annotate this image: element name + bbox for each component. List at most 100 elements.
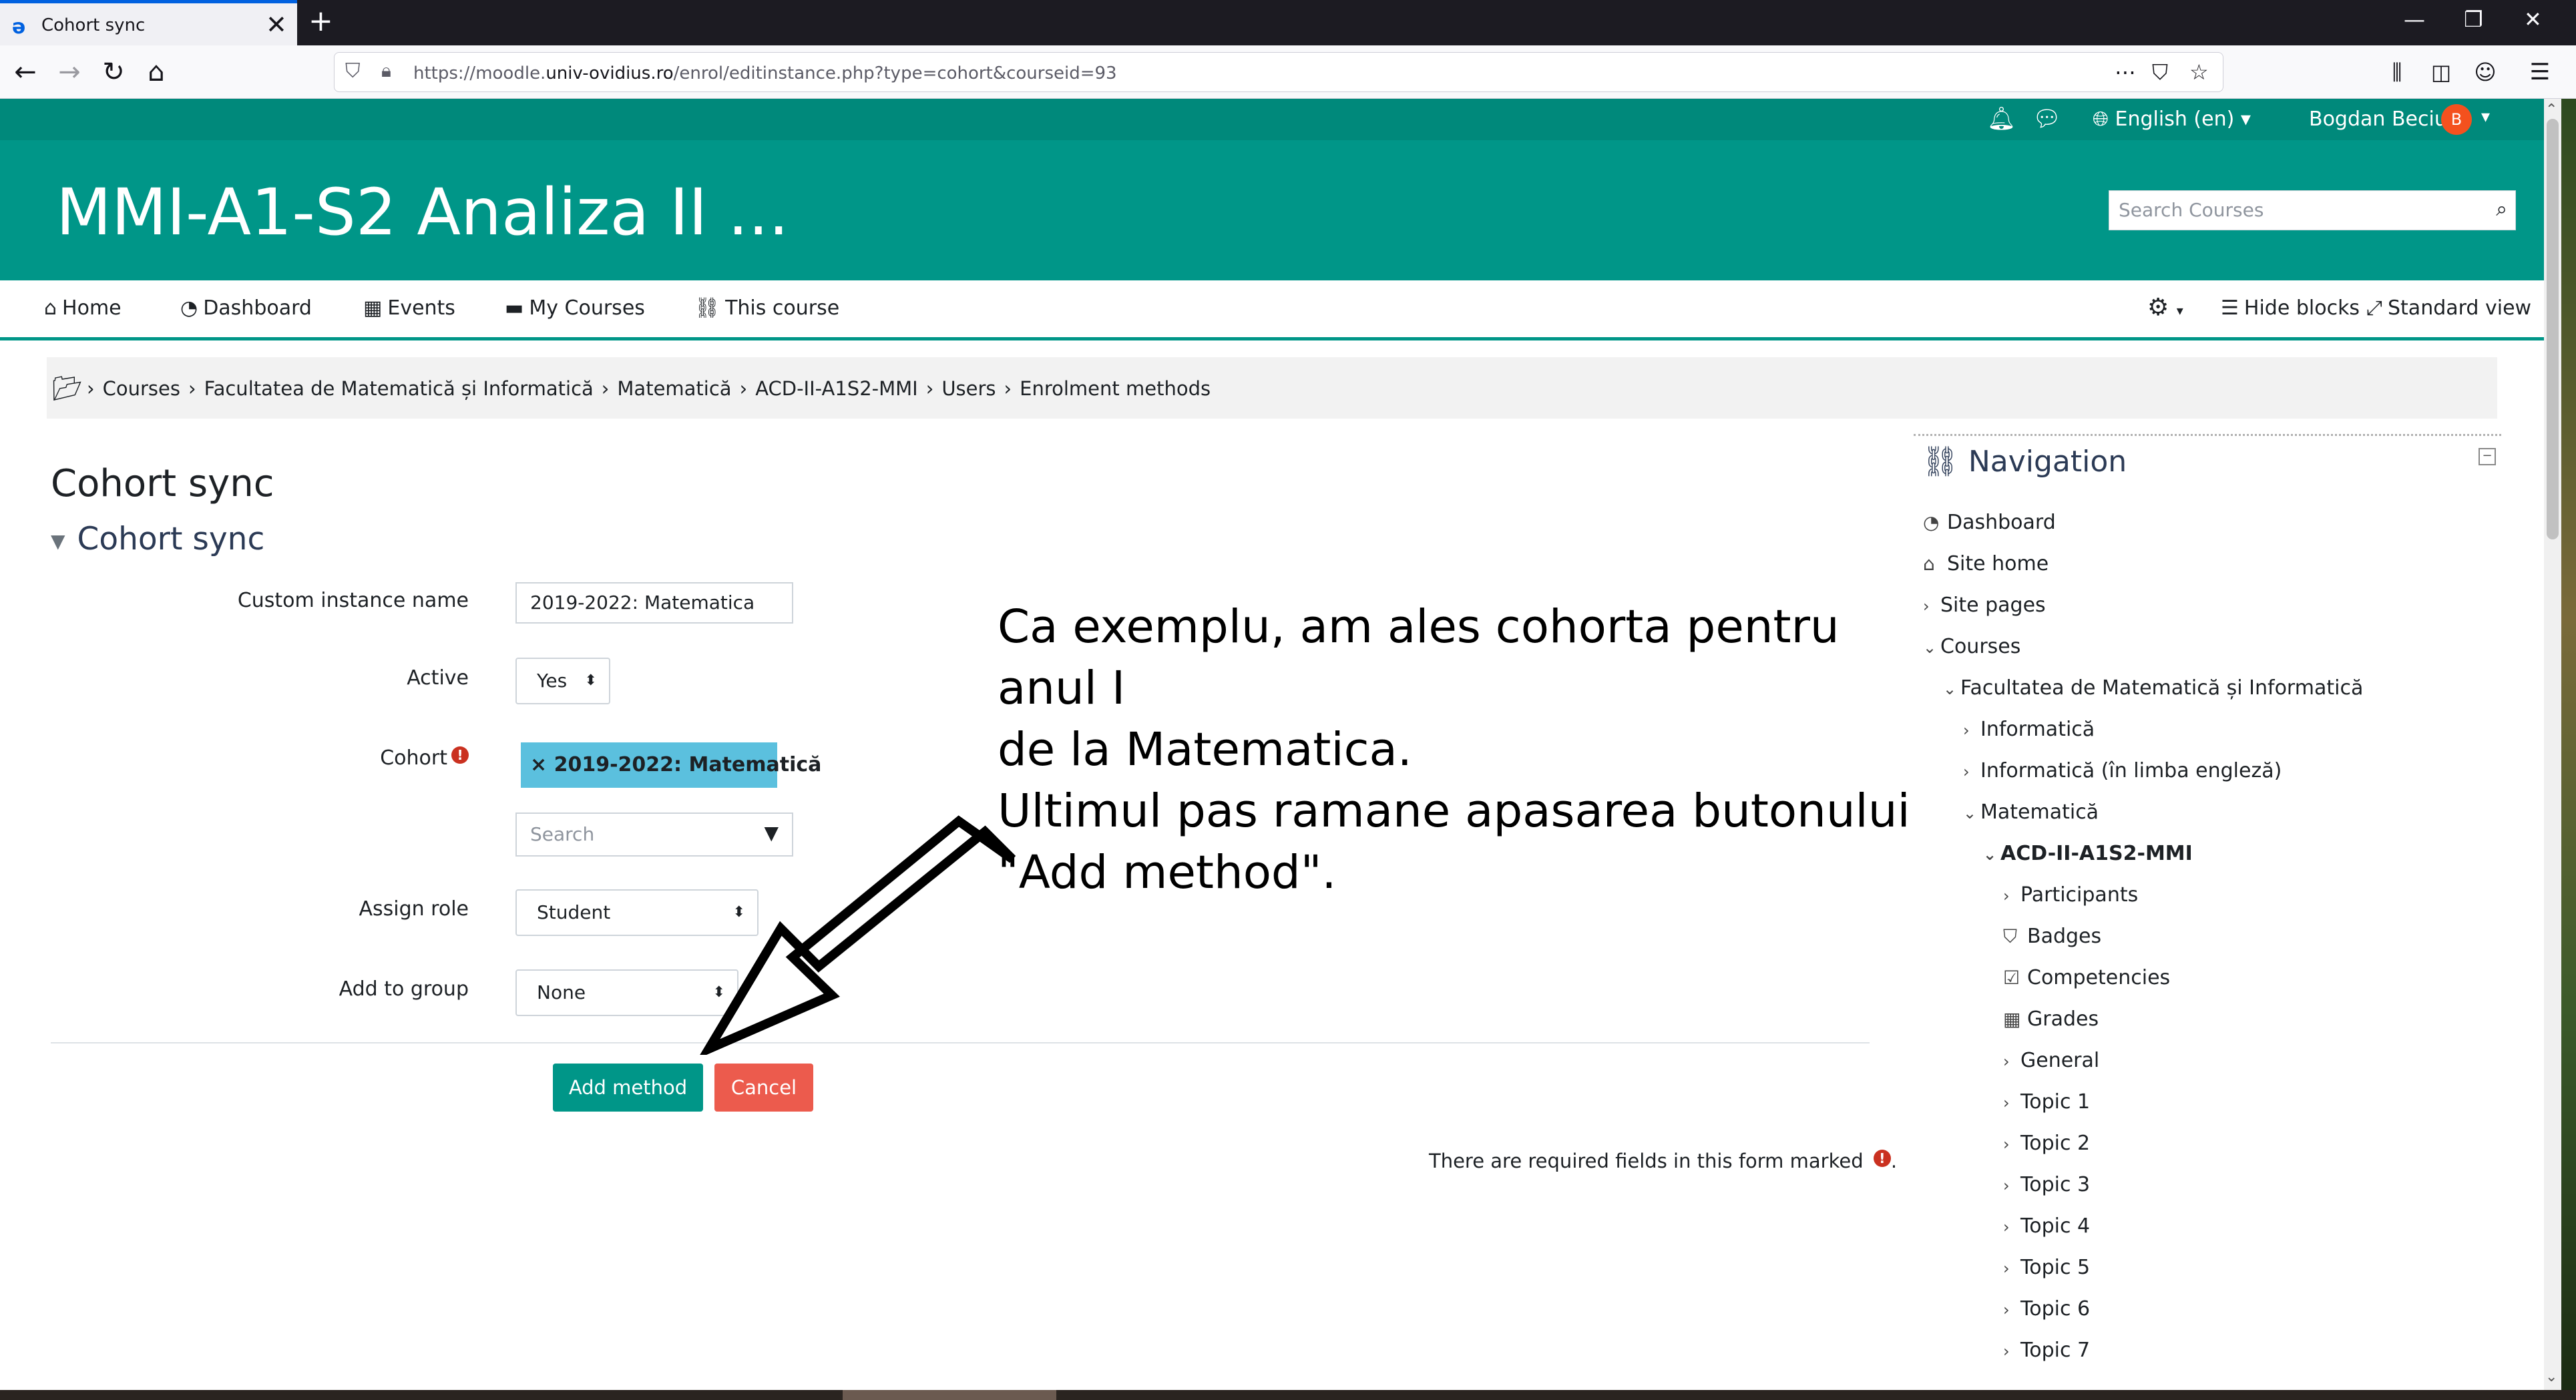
- section-heading[interactable]: ▼ Cohort sync: [51, 521, 264, 557]
- annotation-arrow-icon: [700, 815, 1016, 1055]
- avatar[interactable]: B: [2441, 104, 2472, 135]
- nav-item-course[interactable]: ⌄ ACD-II-A1S2-MMI: [1983, 842, 2193, 865]
- checkbox-icon: ☑: [2003, 967, 2020, 989]
- nav-events[interactable]: ▦ Events: [363, 296, 455, 320]
- required-fields-note: There are required fields in this form m…: [1429, 1150, 1898, 1172]
- language-menu[interactable]: 🌐︎ English (en) ▾: [2093, 107, 2251, 131]
- nav-item-participants[interactable]: › Participants: [2003, 883, 2138, 907]
- shield-icon[interactable]: ⛉: [345, 59, 361, 83]
- chevron-right-icon: ›: [2003, 1052, 2010, 1071]
- nav-item-competencies[interactable]: ☑ Competencies: [2003, 966, 2170, 989]
- nav-item-topic[interactable]: › Topic 6: [2003, 1297, 2090, 1321]
- chevron-right-icon: ›: [2003, 1135, 2010, 1154]
- nav-item-topic[interactable]: › Topic 5: [2003, 1256, 2090, 1279]
- nav-dashboard[interactable]: ◔ Dashboard: [180, 296, 312, 320]
- scrollbar-thumb[interactable]: [2547, 119, 2559, 539]
- user-menu-caret-icon[interactable]: ▾: [2481, 107, 2490, 127]
- chevron-right-icon: ›: [2003, 1259, 2010, 1278]
- add-method-button[interactable]: Add method: [553, 1064, 703, 1112]
- course-search[interactable]: ⌕: [2109, 190, 2516, 230]
- bookmark-star-icon[interactable]: ☆: [2189, 59, 2209, 85]
- nav-item-matematica[interactable]: ⌄ Matematică: [1963, 800, 2099, 824]
- dashboard-icon: ◔: [1923, 511, 1940, 533]
- briefcase-icon: ▬: [505, 296, 524, 320]
- home-browser-icon[interactable]: ⌂: [140, 56, 172, 88]
- nav-item-faculty[interactable]: ⌄ Facultatea de Matematică și Informatică: [1943, 676, 2363, 700]
- scroll-down-icon[interactable]: ⌄: [2545, 1369, 2557, 1385]
- lock-icon[interactable]: 🔒︎: [381, 59, 391, 82]
- browser-tab[interactable]: ə Cohort sync ✕: [0, 0, 297, 45]
- breadcrumb-item[interactable]: ACD-II-A1S2-MMI: [755, 377, 918, 400]
- url-text[interactable]: https://moodle.univ-ovidius.ro/enrol/edi…: [413, 63, 1117, 83]
- nav-item-informatica[interactable]: › Informatică: [1963, 718, 2095, 741]
- chevron-right-icon: ›: [2003, 1301, 2010, 1319]
- menu-icon[interactable]: ☰: [2524, 56, 2556, 88]
- nav-home[interactable]: ⌂ Home: [44, 296, 122, 320]
- nav-item-topic[interactable]: › Topic 3: [2003, 1173, 2090, 1196]
- page-header: MMI-A1-S2 Analiza II ... ⌕: [0, 140, 2544, 280]
- expand-icon: ⤢: [2366, 296, 2382, 320]
- active-select[interactable]: Yes ⬍: [515, 658, 610, 704]
- block-collapse-icon[interactable]: −: [2479, 448, 2496, 465]
- hide-blocks-button[interactable]: ☰ Hide blocks: [2221, 296, 2360, 320]
- forward-icon[interactable]: →: [53, 56, 85, 88]
- sidebar-icon[interactable]: ◫: [2425, 56, 2457, 88]
- nav-my-courses[interactable]: ▬ My Courses: [505, 296, 645, 320]
- user-name[interactable]: Bogdan Beciu: [2309, 107, 2447, 131]
- nav-item-badges[interactable]: ⛉ Badges: [2003, 925, 2101, 948]
- nav-item-informatica-en[interactable]: › Informatică (în limba engleză): [1963, 759, 2282, 782]
- custom-name-label: Custom instance name: [237, 589, 469, 612]
- assign-role-label: Assign role: [359, 897, 469, 921]
- nav-item-courses[interactable]: ⌄ Courses: [1923, 635, 2020, 658]
- home-icon: ⌂: [44, 296, 57, 320]
- nav-item-grades[interactable]: ▦ Grades: [2003, 1007, 2099, 1031]
- breadcrumb-item[interactable]: Matematică: [617, 377, 731, 400]
- table-icon: ▦: [2003, 1008, 2021, 1030]
- breadcrumb-item[interactable]: Users: [941, 377, 996, 400]
- nav-item-general[interactable]: › General: [2003, 1049, 2099, 1072]
- calendar-icon: ▦: [363, 296, 383, 320]
- browser-tab-bar: ə Cohort sync ✕ + — ❐ ✕: [0, 0, 2576, 45]
- nav-item-dashboard[interactable]: ◔ Dashboard: [1923, 511, 2056, 534]
- pocket-icon[interactable]: ⛉: [2152, 59, 2168, 85]
- cohort-label: Cohort!: [41, 746, 469, 770]
- new-tab-button[interactable]: +: [308, 4, 333, 38]
- tab-close-icon[interactable]: ✕: [266, 10, 287, 39]
- restore-button[interactable]: ❐: [2464, 7, 2483, 32]
- navigation-block: ⛓ Navigation − ◔ Dashboard ⌂ Site home › Si…: [1914, 434, 2501, 1389]
- account-icon[interactable]: ☺: [2469, 56, 2501, 88]
- back-icon[interactable]: ←: [9, 56, 41, 88]
- cohort-selected-tag[interactable]: × 2019-2022: Matematică: [521, 742, 821, 788]
- scroll-up-icon[interactable]: ⌃: [2545, 101, 2557, 118]
- custom-name-input[interactable]: 2019-2022: Matematica: [515, 582, 793, 624]
- reload-icon[interactable]: ↻: [97, 56, 130, 88]
- nav-item-topic[interactable]: › Topic 2: [2003, 1132, 2090, 1155]
- breadcrumb-item[interactable]: Courses: [103, 377, 180, 400]
- search-icon[interactable]: ⌕: [2496, 198, 2507, 221]
- window-close-button[interactable]: ✕: [2524, 7, 2542, 32]
- breadcrumb-item[interactable]: Enrolment methods: [1020, 377, 1211, 400]
- messages-icon[interactable]: 💬︎: [2032, 105, 2061, 132]
- chevron-right-icon: ›: [1923, 597, 1930, 616]
- minimize-button[interactable]: —: [2404, 7, 2425, 32]
- settings-gear-icon[interactable]: ⚙ ▾: [2147, 294, 2183, 321]
- annotation-line: Ca exemplu, am ales cohorta pentru anul …: [998, 600, 1840, 715]
- nav-item-site-pages[interactable]: › Site pages: [1923, 594, 2046, 617]
- breadcrumb-item[interactable]: Facultatea de Matematică și Informatică: [204, 377, 594, 400]
- nav-item-topic[interactable]: › Topic 7: [2003, 1339, 2090, 1362]
- taskbar-item[interactable]: [843, 1390, 1056, 1400]
- notifications-icon[interactable]: 🔔︎: [1987, 105, 2016, 132]
- collapse-triangle-icon[interactable]: ▼: [51, 530, 65, 552]
- required-icon: !: [451, 746, 469, 764]
- nav-item-topic[interactable]: › Topic 4: [2003, 1214, 2090, 1238]
- address-bar[interactable]: ⛉ 🔒︎ https://moodle.univ-ovidius.ro/enro…: [334, 52, 2223, 92]
- library-icon[interactable]: ⫼: [2381, 56, 2413, 88]
- nav-this-course[interactable]: ⛓ This course: [694, 296, 839, 320]
- page-actions-icon[interactable]: ⋯: [2115, 59, 2136, 85]
- folder-icon[interactable]: 📂︎: [52, 375, 83, 403]
- nav-item-site-home[interactable]: ⌂ Site home: [1923, 552, 2049, 575]
- search-input[interactable]: [2109, 191, 2470, 228]
- standard-view-button[interactable]: ⤢ Standard view: [2366, 296, 2531, 320]
- nav-item-topic[interactable]: › Topic 1: [2003, 1090, 2090, 1114]
- cancel-button[interactable]: Cancel: [714, 1064, 813, 1112]
